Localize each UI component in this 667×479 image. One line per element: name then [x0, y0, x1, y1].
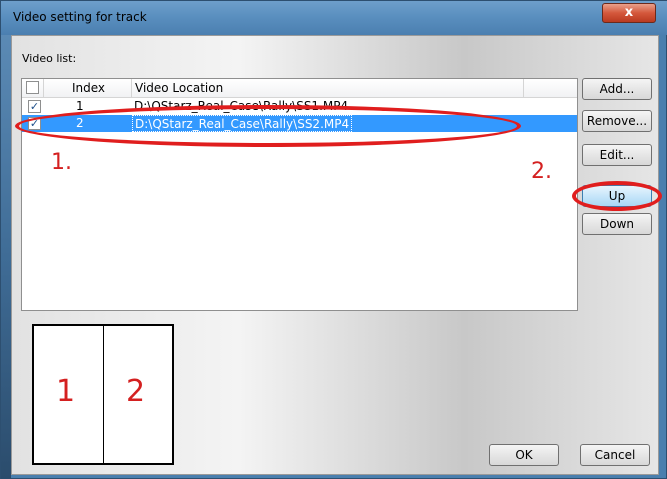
row-checkbox[interactable]: ✓	[28, 100, 41, 113]
video-list-label: Video list:	[22, 52, 77, 65]
ok-button[interactable]: OK	[489, 444, 559, 466]
window-border-left	[1, 35, 11, 479]
header-check-cell	[22, 79, 44, 98]
column-header-video-location[interactable]: Video Location	[132, 79, 524, 98]
window-title: Video setting for track	[13, 10, 147, 24]
select-all-checkbox[interactable]	[26, 81, 39, 94]
dialog-window: Video setting for track x Video list: In…	[0, 0, 667, 479]
list-header: Index Video Location	[22, 79, 577, 98]
add-button[interactable]: Add...	[582, 78, 652, 100]
column-header-index[interactable]: Index	[44, 79, 132, 98]
preview-panel-1: 1	[56, 374, 76, 409]
close-icon: x	[624, 5, 634, 20]
annotation-ellipse-up	[572, 181, 662, 211]
column-header-empty	[524, 79, 577, 98]
annotation-step-2: 2.	[531, 159, 552, 184]
annotation-step-1: 1.	[51, 150, 72, 175]
layout-preview: 1 2	[32, 324, 174, 465]
preview-divider	[103, 326, 104, 463]
remove-button[interactable]: Remove...	[582, 110, 652, 132]
title-bar[interactable]: Video setting for track x	[1, 1, 667, 35]
dialog-client-area: Video list: Index Video Location ✓ 1 D:\…	[11, 35, 659, 475]
edit-button[interactable]: Edit...	[582, 144, 652, 166]
annotation-ellipse-row	[15, 105, 521, 147]
cancel-button[interactable]: Cancel	[580, 444, 650, 466]
close-button[interactable]: x	[602, 3, 656, 23]
preview-panel-2: 2	[126, 374, 146, 409]
down-button[interactable]: Down	[582, 213, 652, 235]
